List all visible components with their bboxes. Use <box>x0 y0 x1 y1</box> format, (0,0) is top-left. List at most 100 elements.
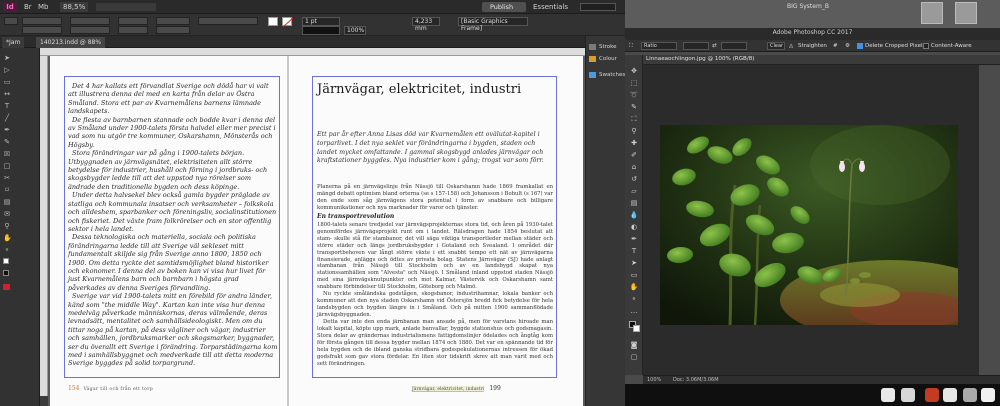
scale-x-field[interactable] <box>118 17 148 25</box>
direct-selection-tool-icon[interactable]: ▷ <box>3 66 11 74</box>
blur-tool-icon[interactable]: 💧 <box>629 211 639 219</box>
height-field[interactable] <box>70 26 110 34</box>
document-tab-2[interactable]: 140213.indd @ 88% <box>36 37 106 48</box>
zoom-tool-icon[interactable]: ⚬ <box>3 246 11 254</box>
overlay-options-icon[interactable]: # <box>833 42 838 50</box>
straighten-label[interactable]: Straighten <box>798 42 827 50</box>
stroke-color-icon[interactable] <box>3 270 9 276</box>
crop-tool-icon[interactable]: ⛶ <box>629 42 633 50</box>
rotation-field[interactable] <box>156 17 190 25</box>
dock-app-icon[interactable] <box>925 388 939 402</box>
frame-size-field[interactable]: 4,233 mm <box>412 17 440 32</box>
rectangle-frame-tool-icon[interactable]: ☒ <box>3 150 11 158</box>
selection-tool-icon[interactable]: ➤ <box>3 54 11 62</box>
x-position-field[interactable] <box>22 17 62 25</box>
status-zoom[interactable]: 100% <box>647 377 661 383</box>
right-page-text[interactable]: Planerna på en järnvägslinje från Nässjö… <box>317 184 553 368</box>
dock-app-icon[interactable] <box>901 388 915 402</box>
background-color-icon[interactable] <box>633 325 640 332</box>
object-style-select[interactable]: [Basic Graphics Frame] <box>458 17 528 32</box>
swap-icon[interactable]: ⇄ <box>712 42 717 50</box>
settings-gear-icon[interactable]: ⚙ <box>845 42 850 50</box>
workspace-switcher[interactable]: Essentials <box>533 2 568 12</box>
brush-tool-icon[interactable]: ✐ <box>629 151 639 159</box>
apply-none-icon[interactable] <box>3 284 10 290</box>
dodge-tool-icon[interactable]: ◐ <box>629 223 639 231</box>
search-field[interactable] <box>580 3 616 11</box>
note-tool-icon[interactable]: ✉ <box>3 210 11 218</box>
gap-tool-icon[interactable]: ↔ <box>3 90 11 98</box>
rectangle-tool-icon[interactable]: □ <box>3 162 11 170</box>
line-tool-icon[interactable]: ╱ <box>3 114 11 122</box>
free-transform-tool-icon[interactable]: ⌑ <box>3 186 11 194</box>
path-selection-tool-icon[interactable]: ➤ <box>629 259 639 267</box>
colour-panel-tab[interactable]: Colour <box>589 54 617 64</box>
stroke-weight-field[interactable]: 1 pt <box>302 17 340 26</box>
bridge-button[interactable]: Br <box>24 2 32 12</box>
content-aware-checkbox[interactable] <box>923 43 929 49</box>
move-tool-icon[interactable]: ✥ <box>629 67 639 75</box>
dock-app-icon[interactable] <box>981 388 995 402</box>
reference-point-icon[interactable] <box>4 17 18 25</box>
type-tool-icon[interactable]: T <box>3 102 11 110</box>
crop-ratio-select[interactable]: Ratio <box>641 42 677 50</box>
pen-tool-icon[interactable]: ✒ <box>629 235 639 243</box>
publish-online-button[interactable]: Publish Online <box>482 2 526 21</box>
hand-tool-icon[interactable]: ✋ <box>629 283 639 291</box>
crop-height-field[interactable] <box>721 42 747 50</box>
gradient-tool-icon[interactable]: ▤ <box>629 199 639 207</box>
crop-width-field[interactable] <box>683 42 709 50</box>
document-tab-1[interactable]: *Jam <box>2 37 25 48</box>
lasso-tool-icon[interactable]: ➰ <box>629 91 639 99</box>
quick-select-tool-icon[interactable]: ✎ <box>629 103 639 111</box>
stroke-panel-tab[interactable]: Stroke <box>589 42 617 52</box>
photoshop-document-tab[interactable]: Linnaeaochlingon.jpg @ 100% (RGB/8) <box>643 55 1000 65</box>
delete-cropped-checkbox[interactable] <box>857 43 863 49</box>
photoshop-canvas[interactable] <box>643 65 1000 375</box>
gradient-tool-icon[interactable]: ▤ <box>3 198 11 206</box>
transform-buttons[interactable] <box>198 17 258 25</box>
crop-tool-icon[interactable]: ⛶ <box>629 115 639 123</box>
pen-tool-icon[interactable]: ✒ <box>3 126 11 134</box>
dock-app-icon[interactable] <box>943 388 957 402</box>
straighten-icon[interactable]: ◬ <box>789 42 793 50</box>
quick-mask-icon[interactable]: ◙ <box>629 341 639 349</box>
eyedropper-tool-icon[interactable]: ⚲ <box>3 222 11 230</box>
clear-button[interactable]: Clear <box>767 42 785 50</box>
minibridge-button[interactable]: Mb <box>38 2 48 12</box>
opacity-field[interactable]: 100% <box>344 26 366 35</box>
swatches-panel-tab[interactable]: Swatches <box>589 70 625 80</box>
dock-app-icon[interactable] <box>963 388 977 402</box>
history-brush-tool-icon[interactable]: ↺ <box>629 175 639 183</box>
scissors-tool-icon[interactable]: ✂ <box>3 174 11 182</box>
more-tools-icon[interactable]: … <box>629 307 639 315</box>
page-tool-icon[interactable]: ▭ <box>3 78 11 86</box>
clone-stamp-tool-icon[interactable]: ⌂ <box>629 163 639 171</box>
shear-field[interactable] <box>156 26 190 34</box>
chapter-heading[interactable]: Järnvägar, elektricitet, industri <box>317 82 521 97</box>
y-position-field[interactable] <box>22 26 62 34</box>
healing-brush-tool-icon[interactable]: ✚ <box>629 139 639 147</box>
type-tool-icon[interactable]: T <box>629 247 639 255</box>
eraser-tool-icon[interactable]: ▱ <box>629 187 639 195</box>
zoom-tool-icon[interactable]: ⚬ <box>629 295 639 303</box>
eyedropper-tool-icon[interactable]: ⚲ <box>629 127 639 135</box>
scale-y-field[interactable] <box>118 26 148 34</box>
marquee-tool-icon[interactable]: ⬚ <box>629 79 639 87</box>
stroke-type-select[interactable] <box>302 26 340 35</box>
pencil-tool-icon[interactable]: ✎ <box>3 138 11 146</box>
horizontal-ruler[interactable] <box>40 48 585 56</box>
stroke-swatch[interactable] <box>282 17 293 27</box>
width-field[interactable] <box>70 17 110 25</box>
dock-app-icon[interactable] <box>881 388 895 402</box>
fill-color-icon[interactable] <box>3 258 9 264</box>
zoom-level[interactable]: 88,5% <box>60 2 89 12</box>
screen-mode-button[interactable] <box>96 3 156 11</box>
left-page-text[interactable]: Det 4 har kallats ett förvandlat Sverige… <box>68 82 278 368</box>
chapter-intro[interactable]: Ett par år efter Anna Lisas död var Kvar… <box>317 131 557 166</box>
screen-mode-icon[interactable]: ▢ <box>629 353 639 361</box>
hand-tool-icon[interactable]: ✋ <box>3 234 12 242</box>
fill-swatch[interactable] <box>268 17 278 26</box>
shape-tool-icon[interactable]: ▭ <box>629 271 639 279</box>
vertical-ruler[interactable] <box>40 56 48 396</box>
